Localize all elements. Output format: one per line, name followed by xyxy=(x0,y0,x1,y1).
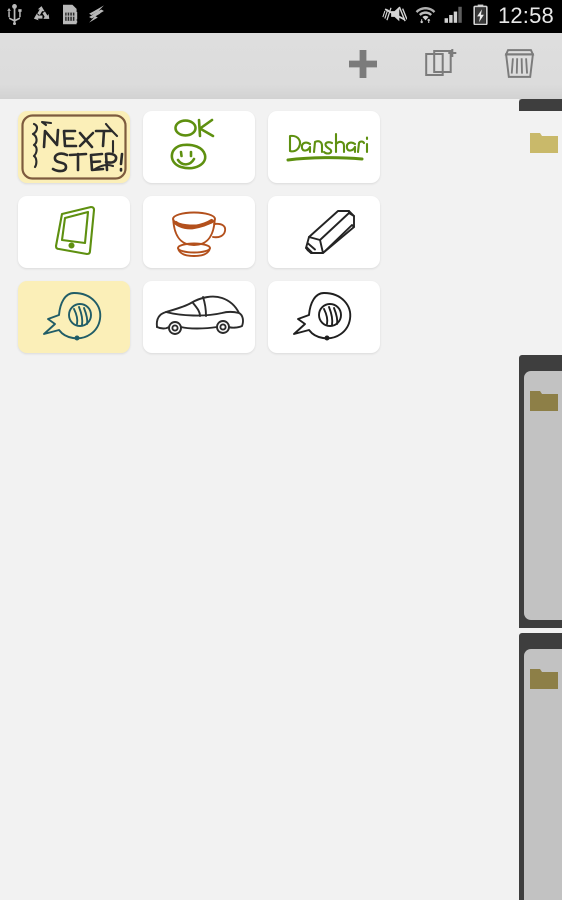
notes-grid xyxy=(18,111,503,353)
handwriting-next-step xyxy=(21,114,127,180)
sketch-speech-bubble xyxy=(293,292,352,341)
status-bar-right-icons: 12:58 xyxy=(382,4,554,30)
trash-icon xyxy=(503,47,536,85)
drawer-tab-1[interactable] xyxy=(519,99,562,111)
sim-card-alert-icon xyxy=(60,4,78,30)
battery-charging-icon xyxy=(473,4,488,30)
action-bar xyxy=(0,33,562,104)
data-transfer-icon xyxy=(87,4,106,29)
note-card-next-step[interactable] xyxy=(18,111,130,183)
folder-icon xyxy=(530,131,558,158)
note-card-smartphone[interactable] xyxy=(18,196,130,268)
status-bar: 12:58 xyxy=(0,0,562,33)
note-card-danshari[interactable] xyxy=(268,111,380,183)
delete-note-button[interactable] xyxy=(480,33,558,99)
note-card-car[interactable] xyxy=(143,281,255,353)
handwriting-danshari xyxy=(286,132,369,162)
notes-canvas xyxy=(0,99,519,900)
usb-icon xyxy=(6,3,23,30)
add-note-button[interactable] xyxy=(324,33,402,99)
sketch-speech-bubble xyxy=(43,292,102,341)
copy-add-icon xyxy=(424,47,458,86)
plus-icon xyxy=(347,48,379,85)
sketch-smartphone xyxy=(54,205,96,256)
sync-icon xyxy=(32,5,51,29)
duplicate-note-button[interactable] xyxy=(402,33,480,99)
wifi-icon xyxy=(415,4,436,29)
note-card-pencil[interactable] xyxy=(268,196,380,268)
note-card-speech-teal[interactable] xyxy=(18,281,130,353)
sketch-coffee-cup xyxy=(172,211,227,257)
note-card-coffee-cup[interactable] xyxy=(143,196,255,268)
sketch-pencil xyxy=(305,210,355,254)
status-bar-left-icons xyxy=(6,3,106,30)
status-bar-clock: 12:58 xyxy=(497,2,554,28)
note-card-ok-smiley[interactable] xyxy=(143,111,255,183)
sketch-car xyxy=(155,295,244,335)
handwriting-ok-smiley xyxy=(170,118,215,170)
folder-icon xyxy=(530,389,558,416)
cellular-signal-icon xyxy=(444,5,465,29)
note-card-speech-dark[interactable] xyxy=(268,281,380,353)
folder-icon xyxy=(530,667,558,694)
drawer-stack xyxy=(519,99,562,900)
vibrate-mute-icon xyxy=(382,4,408,29)
